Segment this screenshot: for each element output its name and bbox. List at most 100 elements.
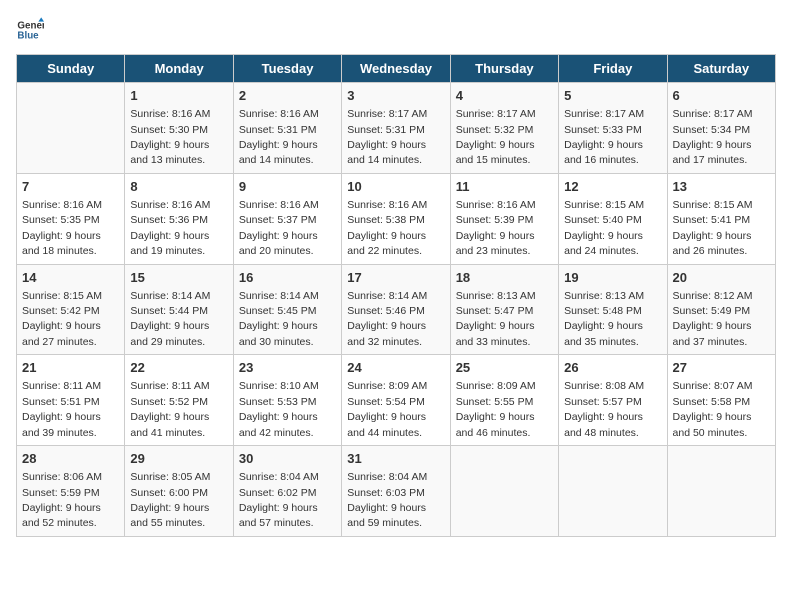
day-of-week-header: Friday: [559, 55, 667, 83]
day-info: Sunrise: 8:17 AM Sunset: 5:31 PM Dayligh…: [347, 108, 427, 166]
calendar-cell: [17, 83, 125, 174]
day-number: 1: [130, 87, 227, 105]
day-of-week-header: Monday: [125, 55, 233, 83]
day-number: 30: [239, 450, 336, 468]
calendar-cell: 23Sunrise: 8:10 AM Sunset: 5:53 PM Dayli…: [233, 355, 341, 446]
day-number: 18: [456, 269, 553, 287]
day-info: Sunrise: 8:13 AM Sunset: 5:48 PM Dayligh…: [564, 290, 644, 348]
calendar-cell: 21 Sunrise: 8:11 AM Sunset: 5:51 PM Dayli…: [17, 355, 125, 446]
calendar-cell: [559, 446, 667, 537]
calendar-cell: 3Sunrise: 8:17 AM Sunset: 5:31 PM Daylig…: [342, 83, 450, 174]
page-header: General Blue: [16, 16, 776, 44]
day-number: 13: [673, 178, 770, 196]
calendar-cell: 2 Sunrise: 8:16 AM Sunset: 5:31 PM Daylig…: [233, 83, 341, 174]
day-number: 23: [239, 359, 336, 377]
calendar-body: 1 Sunrise: 8:16 AM Sunset: 5:30 PM Daylig…: [17, 83, 776, 537]
calendar-week-row: 21 Sunrise: 8:11 AM Sunset: 5:51 PM Dayli…: [17, 355, 776, 446]
day-of-week-header: Thursday: [450, 55, 558, 83]
day-info: Sunrise: 8:14 AM Sunset: 5:45 PM Dayligh…: [239, 290, 319, 348]
calendar-cell: 4 Sunrise: 8:17 AM Sunset: 5:32 PM Daylig…: [450, 83, 558, 174]
calendar-cell: 11Sunrise: 8:16 AM Sunset: 5:39 PM Dayli…: [450, 173, 558, 264]
day-info: Sunrise: 8:05 AM Sunset: 6:00 PM Dayligh…: [130, 471, 210, 529]
day-number: 2: [239, 87, 336, 105]
day-number: 29: [130, 450, 227, 468]
day-number: 9: [239, 178, 336, 196]
day-of-week-header: Saturday: [667, 55, 775, 83]
day-info: Sunrise: 8:12 AM Sunset: 5:49 PM Dayligh…: [673, 290, 753, 348]
calendar-cell: 16 Sunrise: 8:14 AM Sunset: 5:45 PM Dayli…: [233, 264, 341, 355]
day-info: Sunrise: 8:08 AM Sunset: 5:57 PM Dayligh…: [564, 380, 644, 438]
calendar-cell: 20 Sunrise: 8:12 AM Sunset: 5:49 PM Dayli…: [667, 264, 775, 355]
calendar-table: SundayMondayTuesdayWednesdayThursdayFrid…: [16, 54, 776, 537]
logo: General Blue: [16, 16, 48, 44]
day-info: Sunrise: 8:15 AM Sunset: 5:41 PM Dayligh…: [673, 199, 753, 257]
calendar-week-row: 14 Sunrise: 8:15 AM Sunset: 5:42 PM Dayli…: [17, 264, 776, 355]
day-number: 24: [347, 359, 444, 377]
day-number: 28: [22, 450, 119, 468]
day-info: Sunrise: 8:09 AM Sunset: 5:55 PM Dayligh…: [456, 380, 536, 438]
calendar-cell: 7 Sunrise: 8:16 AM Sunset: 5:35 PM Daylig…: [17, 173, 125, 264]
day-number: 5: [564, 87, 661, 105]
day-info: Sunrise: 8:16 AM Sunset: 5:35 PM Dayligh…: [22, 199, 102, 257]
logo-icon: General Blue: [16, 16, 44, 44]
day-info: Sunrise: 8:07 AM Sunset: 5:58 PM Dayligh…: [673, 380, 753, 438]
day-info: Sunrise: 8:13 AM Sunset: 5:47 PM Dayligh…: [456, 290, 536, 348]
day-number: 26: [564, 359, 661, 377]
day-info: Sunrise: 8:16 AM Sunset: 5:30 PM Dayligh…: [130, 108, 210, 166]
svg-text:Blue: Blue: [17, 30, 39, 41]
calendar-cell: 27 Sunrise: 8:07 AM Sunset: 5:58 PM Dayli…: [667, 355, 775, 446]
day-info: Sunrise: 8:16 AM Sunset: 5:38 PM Dayligh…: [347, 199, 427, 257]
day-number: 25: [456, 359, 553, 377]
day-info: Sunrise: 8:15 AM Sunset: 5:42 PM Dayligh…: [22, 290, 102, 348]
day-info: Sunrise: 8:15 AM Sunset: 5:40 PM Dayligh…: [564, 199, 644, 257]
calendar-cell: 31 Sunrise: 8:04 AM Sunset: 6:03 PM Dayli…: [342, 446, 450, 537]
calendar-cell: 1 Sunrise: 8:16 AM Sunset: 5:30 PM Daylig…: [125, 83, 233, 174]
day-number: 14: [22, 269, 119, 287]
day-info: Sunrise: 8:06 AM Sunset: 5:59 PM Dayligh…: [22, 471, 102, 529]
day-number: 31: [347, 450, 444, 468]
day-info: Sunrise: 8:16 AM Sunset: 5:31 PM Dayligh…: [239, 108, 319, 166]
calendar-cell: 30Sunrise: 8:04 AM Sunset: 6:02 PM Dayli…: [233, 446, 341, 537]
calendar-week-row: 28 Sunrise: 8:06 AM Sunset: 5:59 PM Dayli…: [17, 446, 776, 537]
day-of-week-header: Tuesday: [233, 55, 341, 83]
day-number: 16: [239, 269, 336, 287]
day-number: 11: [456, 178, 553, 196]
calendar-cell: 5 Sunrise: 8:17 AM Sunset: 5:33 PM Daylig…: [559, 83, 667, 174]
day-info: Sunrise: 8:09 AM Sunset: 5:54 PM Dayligh…: [347, 380, 427, 438]
day-info: Sunrise: 8:04 AM Sunset: 6:03 PM Dayligh…: [347, 471, 427, 529]
day-info: Sunrise: 8:14 AM Sunset: 5:44 PM Dayligh…: [130, 290, 210, 348]
calendar-header-row: SundayMondayTuesdayWednesdayThursdayFrid…: [17, 55, 776, 83]
day-number: 15: [130, 269, 227, 287]
day-of-week-header: Wednesday: [342, 55, 450, 83]
day-number: 7: [22, 178, 119, 196]
day-number: 20: [673, 269, 770, 287]
calendar-cell: 13 Sunrise: 8:15 AM Sunset: 5:41 PM Dayli…: [667, 173, 775, 264]
calendar-cell: [450, 446, 558, 537]
calendar-cell: 15 Sunrise: 8:14 AM Sunset: 5:44 PM Dayli…: [125, 264, 233, 355]
calendar-cell: [667, 446, 775, 537]
calendar-cell: 12 Sunrise: 8:15 AM Sunset: 5:40 PM Dayli…: [559, 173, 667, 264]
day-info: Sunrise: 8:16 AM Sunset: 5:36 PM Dayligh…: [130, 199, 210, 257]
day-number: 17: [347, 269, 444, 287]
day-info: Sunrise: 8:11 AM Sunset: 5:51 PM Dayligh…: [22, 380, 101, 438]
day-info: Sunrise: 8:17 AM Sunset: 5:34 PM Dayligh…: [673, 108, 753, 166]
day-number: 10: [347, 178, 444, 196]
day-number: 4: [456, 87, 553, 105]
day-number: 12: [564, 178, 661, 196]
day-number: 22: [130, 359, 227, 377]
day-number: 19: [564, 269, 661, 287]
calendar-cell: 14 Sunrise: 8:15 AM Sunset: 5:42 PM Dayli…: [17, 264, 125, 355]
calendar-cell: 6 Sunrise: 8:17 AM Sunset: 5:34 PM Daylig…: [667, 83, 775, 174]
calendar-cell: 18 Sunrise: 8:13 AM Sunset: 5:47 PM Dayli…: [450, 264, 558, 355]
day-number: 8: [130, 178, 227, 196]
calendar-cell: 24 Sunrise: 8:09 AM Sunset: 5:54 PM Dayli…: [342, 355, 450, 446]
day-number: 21: [22, 359, 119, 377]
calendar-cell: 22Sunrise: 8:11 AM Sunset: 5:52 PM Dayli…: [125, 355, 233, 446]
day-number: 6: [673, 87, 770, 105]
day-info: Sunrise: 8:17 AM Sunset: 5:33 PM Dayligh…: [564, 108, 644, 166]
calendar-week-row: 7 Sunrise: 8:16 AM Sunset: 5:35 PM Daylig…: [17, 173, 776, 264]
calendar-cell: 28 Sunrise: 8:06 AM Sunset: 5:59 PM Dayli…: [17, 446, 125, 537]
day-number: 27: [673, 359, 770, 377]
calendar-cell: 10 Sunrise: 8:16 AM Sunset: 5:38 PM Dayli…: [342, 173, 450, 264]
day-info: Sunrise: 8:17 AM Sunset: 5:32 PM Dayligh…: [456, 108, 536, 166]
